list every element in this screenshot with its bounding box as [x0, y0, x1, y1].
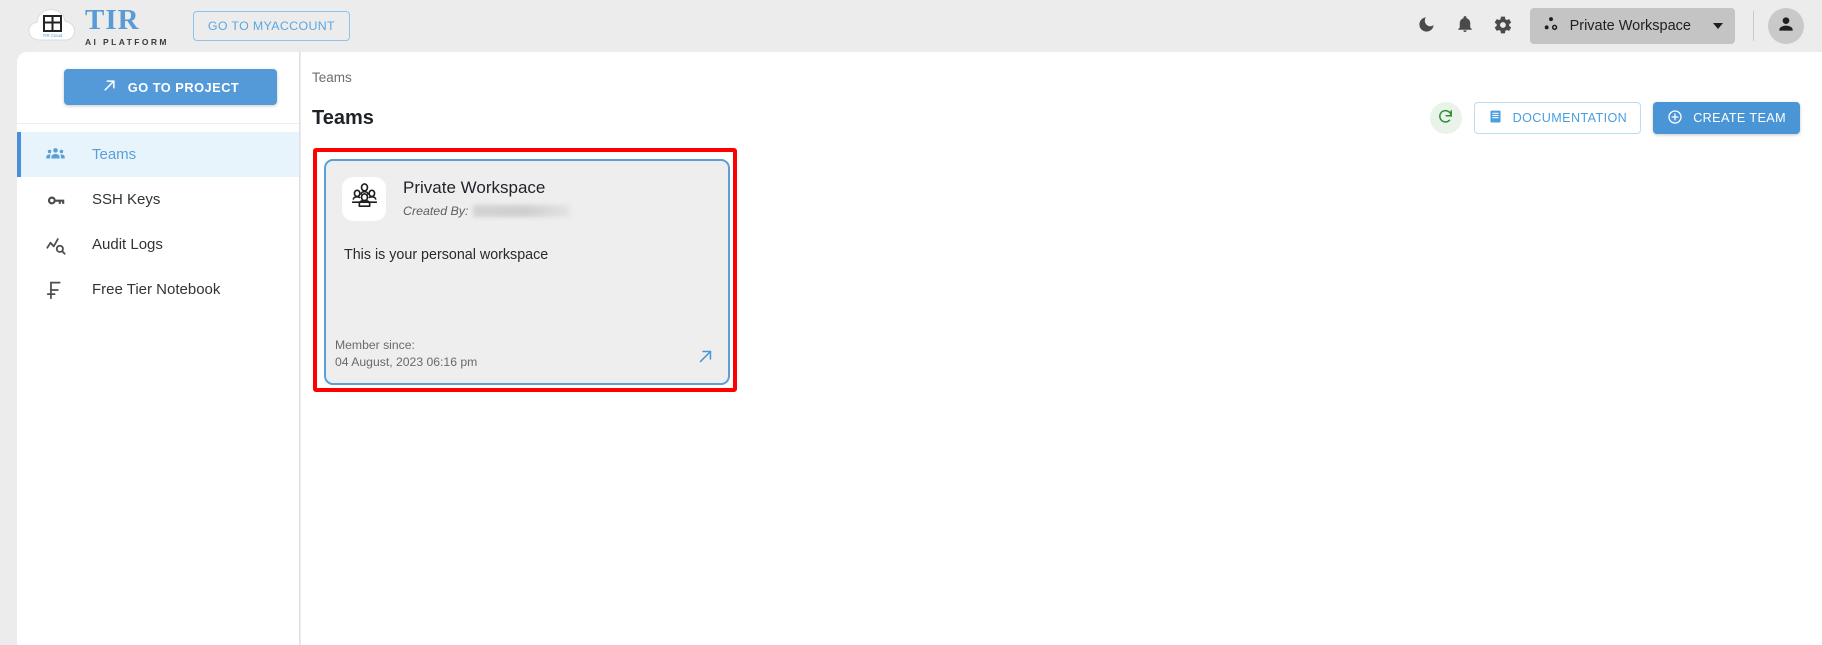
refresh-icon: [1437, 108, 1454, 128]
team-card[interactable]: Private Workspace Created By: This is yo…: [324, 159, 730, 385]
team-card-titles: Private Workspace Created By:: [403, 177, 571, 218]
svg-text:TIR Cloud: TIR Cloud: [43, 33, 63, 38]
workspace-selector[interactable]: Private Workspace: [1529, 8, 1735, 44]
open-team-button[interactable]: [697, 348, 714, 370]
bell-icon: [1456, 15, 1474, 37]
sidebar-item-teams[interactable]: Teams: [17, 132, 299, 177]
plus-circle-icon: [1667, 109, 1683, 128]
top-bar: TIR Cloud TIR AI PLATFORM GO TO MYACCOUN…: [0, 0, 1822, 52]
top-bar-actions: Private Workspace: [1408, 0, 1822, 52]
sidebar-item-label: Teams: [92, 146, 137, 163]
go-to-project-section: GO TO PROJECT: [17, 52, 299, 124]
created-by-value-redacted: [473, 205, 571, 217]
sidebar-item-label: SSH Keys: [92, 191, 161, 208]
people-group-icon: [349, 181, 380, 217]
people-group-icon: [45, 144, 71, 165]
brand-subtitle: AI PLATFORM: [85, 36, 169, 47]
sidebar-item-free-tier-notebook[interactable]: Free Tier Notebook: [17, 267, 299, 312]
workspace-dots-icon: [1542, 15, 1560, 37]
gear-icon: [1493, 15, 1513, 38]
member-since-value: 04 August, 2023 06:16 pm: [335, 355, 478, 370]
workspace-label: Private Workspace: [1569, 18, 1691, 34]
sidebar-item-label: Audit Logs: [92, 236, 163, 253]
team-name: Private Workspace: [403, 178, 546, 197]
go-to-project-label: GO TO PROJECT: [127, 79, 240, 95]
create-team-button[interactable]: CREATE TEAM: [1653, 102, 1800, 134]
breadcrumb: Teams: [312, 70, 352, 85]
toolbar-divider: [1753, 11, 1754, 41]
sidebar-nav: Teams SSH Keys Audit Logs Free Tier Note…: [17, 124, 299, 312]
free-tier-icon: [45, 279, 71, 301]
team-description: This is your personal workspace: [344, 247, 549, 263]
key-icon: [45, 189, 71, 211]
arrow-up-right-icon: [102, 78, 117, 96]
sidebar-item-audit-logs[interactable]: Audit Logs: [17, 222, 299, 267]
brand-logo[interactable]: TIR Cloud TIR AI PLATFORM: [27, 4, 169, 48]
sidebar-item-label: Free Tier Notebook: [92, 281, 221, 298]
chevron-down-icon: [1713, 23, 1723, 29]
sidebar: GO TO PROJECT Teams SSH Keys Audit Logs …: [17, 52, 300, 645]
chart-search-icon: [45, 234, 71, 256]
refresh-button[interactable]: [1429, 102, 1462, 134]
created-by-label: Created By:: [403, 204, 469, 218]
brand-name: TIR: [85, 3, 140, 36]
team-avatar: [342, 177, 386, 221]
page-header: Teams DOCUMENTATION CREATE TEAM: [312, 102, 1822, 134]
team-card-footer: Member since: 04 August, 2023 06:16 pm: [326, 337, 728, 383]
dark-mode-toggle[interactable]: [1408, 7, 1446, 45]
go-to-myaccount-button[interactable]: GO TO MYACCOUNT: [192, 11, 350, 41]
documentation-label: DOCUMENTATION: [1512, 111, 1628, 125]
arrow-up-right-icon: [697, 348, 714, 370]
create-team-label: CREATE TEAM: [1693, 111, 1786, 125]
page-actions: DOCUMENTATION CREATE TEAM: [1429, 102, 1800, 134]
avatar[interactable]: [1768, 8, 1804, 44]
notifications-button[interactable]: [1446, 7, 1484, 45]
member-since: Member since: 04 August, 2023 06:16 pm: [335, 337, 477, 372]
document-icon: [1488, 109, 1503, 127]
moon-icon: [1417, 15, 1436, 37]
documentation-button[interactable]: DOCUMENTATION: [1473, 102, 1642, 134]
user-avatar-icon: [1776, 14, 1796, 39]
tir-cloud-logo-icon: TIR Cloud: [27, 4, 79, 48]
member-since-label: Member since:: [335, 337, 415, 352]
highlight-annotation: Private Workspace Created By: This is yo…: [313, 148, 737, 392]
settings-button[interactable]: [1484, 7, 1522, 45]
team-created-by: Created By:: [403, 204, 571, 218]
main-content: Teams Teams DOCUMENTATION CREATE TEAM Pr…: [301, 52, 1822, 645]
go-to-project-button[interactable]: GO TO PROJECT: [64, 69, 277, 105]
sidebar-item-ssh-keys[interactable]: SSH Keys: [17, 177, 299, 222]
page-title: Teams: [312, 106, 374, 129]
team-card-header: Private Workspace Created By:: [326, 161, 728, 221]
